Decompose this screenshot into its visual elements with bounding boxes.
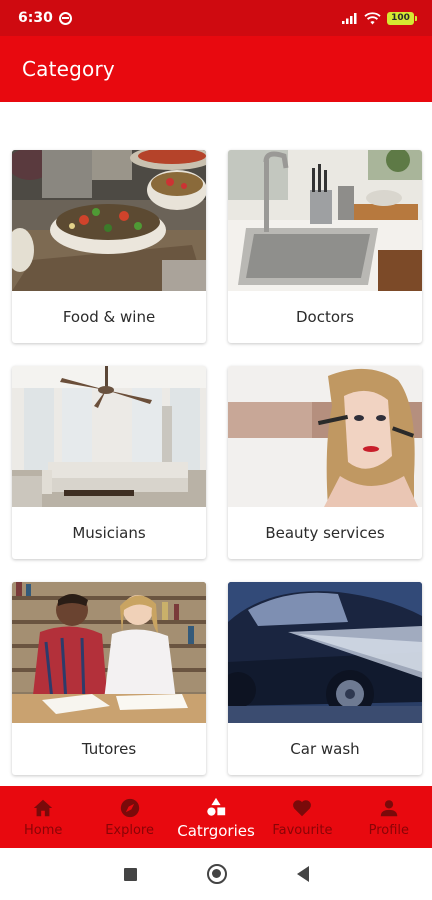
category-label: Tutores xyxy=(81,740,137,758)
category-label: Musicians xyxy=(72,524,146,542)
status-time: 6:30 xyxy=(18,10,53,26)
food-salad-photo xyxy=(12,150,206,291)
battery-icon: 100 xyxy=(387,11,417,25)
nav-item-profile[interactable]: Profile xyxy=(346,786,432,848)
system-navigation-bar xyxy=(0,848,432,900)
nav-label-profile: Profile xyxy=(368,823,410,838)
app-screen: 6:30 100 Category Food & wine Doctors Mu… xyxy=(0,0,432,900)
category-label: Car wash xyxy=(290,740,360,758)
category-label: Beauty services xyxy=(265,524,385,542)
page-title: Category xyxy=(22,57,115,81)
nav-label-explore: Explore xyxy=(105,823,154,838)
kitchen-sink-photo xyxy=(228,150,422,291)
nav-item-explore[interactable]: Explore xyxy=(86,786,172,848)
students-studying-photo xyxy=(12,582,206,723)
do-not-disturb-icon xyxy=(58,11,72,25)
category-grid: Food & wine Doctors Musicians Beauty ser… xyxy=(0,102,432,786)
category-card-beauty-services[interactable]: Beauty services xyxy=(228,366,422,559)
home-button[interactable] xyxy=(206,864,227,884)
makeup-woman-photo xyxy=(228,366,422,507)
category-label: Doctors xyxy=(295,308,354,326)
nav-item-favourite[interactable]: Favourite xyxy=(259,786,345,848)
back-button[interactable] xyxy=(296,866,309,882)
wifi-icon xyxy=(364,11,381,24)
bottom-navigation: Home Explore Catrgories Favourite Profil… xyxy=(0,786,432,848)
category-card-tutores[interactable]: Tutores xyxy=(12,582,206,775)
nav-item-home[interactable]: Home xyxy=(0,786,86,848)
category-card-car-wash[interactable]: Car wash xyxy=(228,582,422,775)
category-card-musicians[interactable]: Musicians xyxy=(12,366,206,559)
nav-label-categories: Catrgories xyxy=(177,821,255,840)
app-bar: Category xyxy=(0,36,432,102)
compass-icon xyxy=(118,796,142,820)
category-card-food-wine[interactable]: Food & wine xyxy=(12,150,206,343)
heart-icon xyxy=(290,796,314,820)
status-bar: 6:30 100 xyxy=(0,0,432,36)
nav-label-home: Home xyxy=(24,823,63,838)
home-icon xyxy=(31,796,55,820)
categories-icon xyxy=(204,795,228,819)
nav-label-favourite: Favourite xyxy=(272,823,333,838)
status-icons: 100 xyxy=(342,11,417,25)
recents-button[interactable] xyxy=(123,867,137,881)
car-wash-photo xyxy=(228,582,422,723)
category-card-doctors[interactable]: Doctors xyxy=(228,150,422,343)
signal-icon xyxy=(342,13,357,24)
person-icon xyxy=(377,796,401,820)
living-room-photo xyxy=(12,366,206,507)
category-label: Food & wine xyxy=(62,308,156,326)
nav-item-categories[interactable]: Catrgories xyxy=(173,786,259,848)
